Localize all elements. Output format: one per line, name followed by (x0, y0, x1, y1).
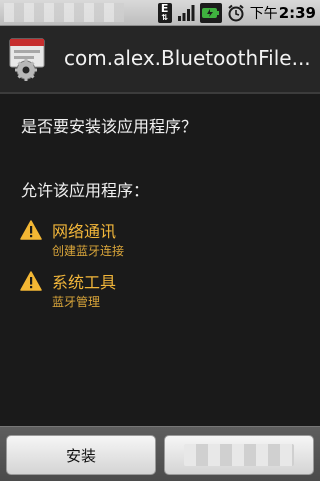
permission-description: 创建蓝牙连接 (52, 244, 125, 258)
warning-icon (20, 271, 42, 291)
notification-area (4, 3, 124, 22)
edge-network-icon: E ⇅ (157, 1, 172, 23)
permissions-header: 允许该应用程序： (21, 181, 150, 200)
network-label: E (160, 1, 169, 15)
title-bar: com.alex.BluetoothFile... (0, 26, 320, 94)
install-content: 是否要安装该应用程序？ 允许该应用程序： 网络通讯 创建蓝牙连接 系统工具 蓝牙… (0, 94, 320, 426)
clock-ampm: 下午 (249, 5, 278, 22)
permission-description: 蓝牙管理 (52, 295, 101, 309)
alarm-icon (226, 3, 246, 23)
status-bar: E ⇅ 下午2:39 (0, 0, 320, 26)
button-bar: 安装 (0, 426, 320, 481)
install-button[interactable]: 安装 (6, 435, 156, 475)
battery-icon (199, 2, 222, 23)
permission-title: 网络通讯 (52, 222, 117, 241)
permission-title: 系统工具 (52, 273, 117, 292)
install-question: 是否要安装该应用程序？ (21, 117, 198, 136)
warning-icon (20, 220, 42, 240)
clock-time: 2:39 (278, 3, 316, 22)
cancel-button[interactable] (164, 435, 314, 475)
clock: 下午2:39 (250, 3, 316, 23)
app-package-title: com.alex.BluetoothFile... (64, 46, 311, 70)
status-icons: E ⇅ 下午2:39 (154, 0, 320, 25)
cancel-button-label (184, 444, 294, 466)
package-installer-icon (6, 36, 52, 82)
signal-icon (176, 3, 196, 23)
